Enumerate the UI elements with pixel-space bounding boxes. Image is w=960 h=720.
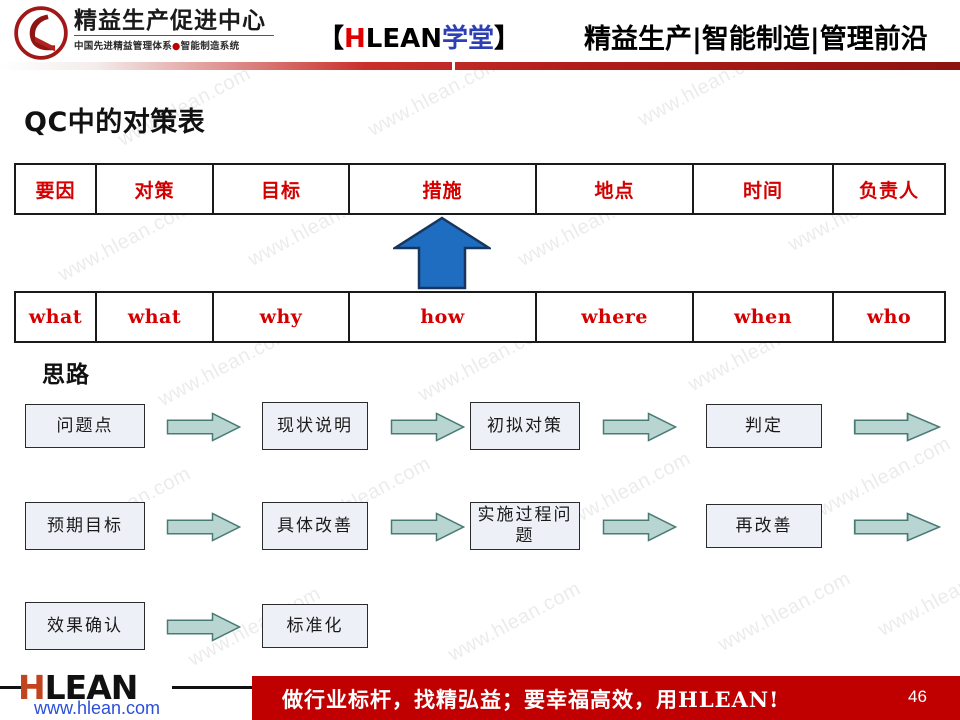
table-header-cell-6: 时间 <box>694 165 834 213</box>
company-subtitle-dot: ● <box>172 41 181 52</box>
header-tagline: 精益生产|智能制造|管理前沿 <box>584 24 928 55</box>
slide-canvas: www.hlean.com www.hlean.com www.hlean.com w… <box>0 0 960 720</box>
watermark-text: www.hlean.com <box>874 552 960 641</box>
watermark-text: www.hlean.com <box>444 577 585 666</box>
five-w-one-h-table: what what why how where when who <box>14 291 946 343</box>
flow-box: 现状说明 <box>262 402 368 450</box>
flow-box: 具体改善 <box>262 502 368 550</box>
page-header: 精益生产促进中心 中国先进精益管理体系●智能制造系统 【HLEAN学堂】 精益生… <box>0 0 960 68</box>
flow-arrow-icon <box>390 512 465 542</box>
five-w-cell-3: why <box>214 293 350 341</box>
blue-up-arrow-icon <box>393 216 491 290</box>
brand-lean-letters: LEAN <box>365 24 442 54</box>
header-rule-gap <box>452 62 455 70</box>
flow-box: 效果确认 <box>25 602 145 650</box>
table-header-cell-7: 负责人 <box>834 165 944 213</box>
five-w-cell-1: what <box>16 293 97 341</box>
table-header-cell-5: 地点 <box>537 165 694 213</box>
table-header-cell-2: 对策 <box>97 165 214 213</box>
table-header-cell-1: 要因 <box>16 165 97 213</box>
watermark-text: www.hlean.com <box>714 567 855 656</box>
five-w-cell-6: when <box>694 293 834 341</box>
flow-arrow-icon <box>602 512 677 542</box>
flow-box: 初拟对策 <box>470 402 580 450</box>
flow-box: 再改善 <box>706 504 822 548</box>
flow-box: 实施过程问题 <box>470 502 580 550</box>
five-w-cell-2: what <box>97 293 214 341</box>
page-title: QC中的对策表 <box>24 107 206 138</box>
flow-box: 判定 <box>706 404 822 448</box>
flow-box: 标准化 <box>262 604 368 648</box>
page-number: 46 <box>908 687 927 706</box>
company-name: 精益生产促进中心 <box>74 8 266 34</box>
footer-tagline: 做行业标杆，找精弘益；要幸福高效，用HLEAN! <box>282 687 780 712</box>
section-title-siLu: 思路 <box>42 362 90 388</box>
hlean-academy-brand: 【HLEAN学堂】 <box>318 18 520 55</box>
company-logo: 精益生产促进中心 中国先进精益管理体系●智能制造系统 <box>14 4 284 62</box>
brand-h-letter: H <box>344 24 366 54</box>
company-subtitle-right: 智能制造系统 <box>180 41 240 52</box>
flow-arrow-icon <box>390 412 465 442</box>
jingyi-circle-logo-icon <box>14 6 68 60</box>
flow-arrow-icon <box>853 512 941 542</box>
footer-logo-rule-right <box>172 686 252 689</box>
countermeasure-table-headers: 要因 对策 目标 措施 地点 时间 负责人 <box>14 163 946 215</box>
footer-website-url: www.hlean.com <box>34 698 161 718</box>
table-header-cell-3: 目标 <box>214 165 350 213</box>
flow-arrow-icon <box>853 412 941 442</box>
flow-box: 问题点 <box>25 404 145 448</box>
five-w-cell-5: where <box>537 293 694 341</box>
company-subtitle: 中国先进精益管理体系●智能制造系统 <box>74 38 280 52</box>
company-subtitle-left: 中国先进精益管理体系 <box>74 41 173 52</box>
five-w-cell-7: who <box>834 293 944 341</box>
header-red-rule <box>0 62 960 70</box>
company-logo-text: 精益生产促进中心 中国先进精益管理体系●智能制造系统 <box>74 8 280 52</box>
flow-arrow-icon <box>602 412 677 442</box>
flow-arrow-icon <box>166 412 241 442</box>
bracket-open: 【 <box>318 24 345 54</box>
watermark-text: www.hlean.com <box>814 432 955 521</box>
flow-box: 预期目标 <box>25 502 145 550</box>
flow-arrow-icon <box>166 612 241 642</box>
logo-divider <box>74 35 274 36</box>
flow-arrow-icon <box>166 512 241 542</box>
bracket-close: 】 <box>494 24 521 54</box>
table-header-cell-4: 措施 <box>350 165 537 213</box>
brand-xuetang: 学堂 <box>442 24 495 54</box>
five-w-cell-4: how <box>350 293 537 341</box>
